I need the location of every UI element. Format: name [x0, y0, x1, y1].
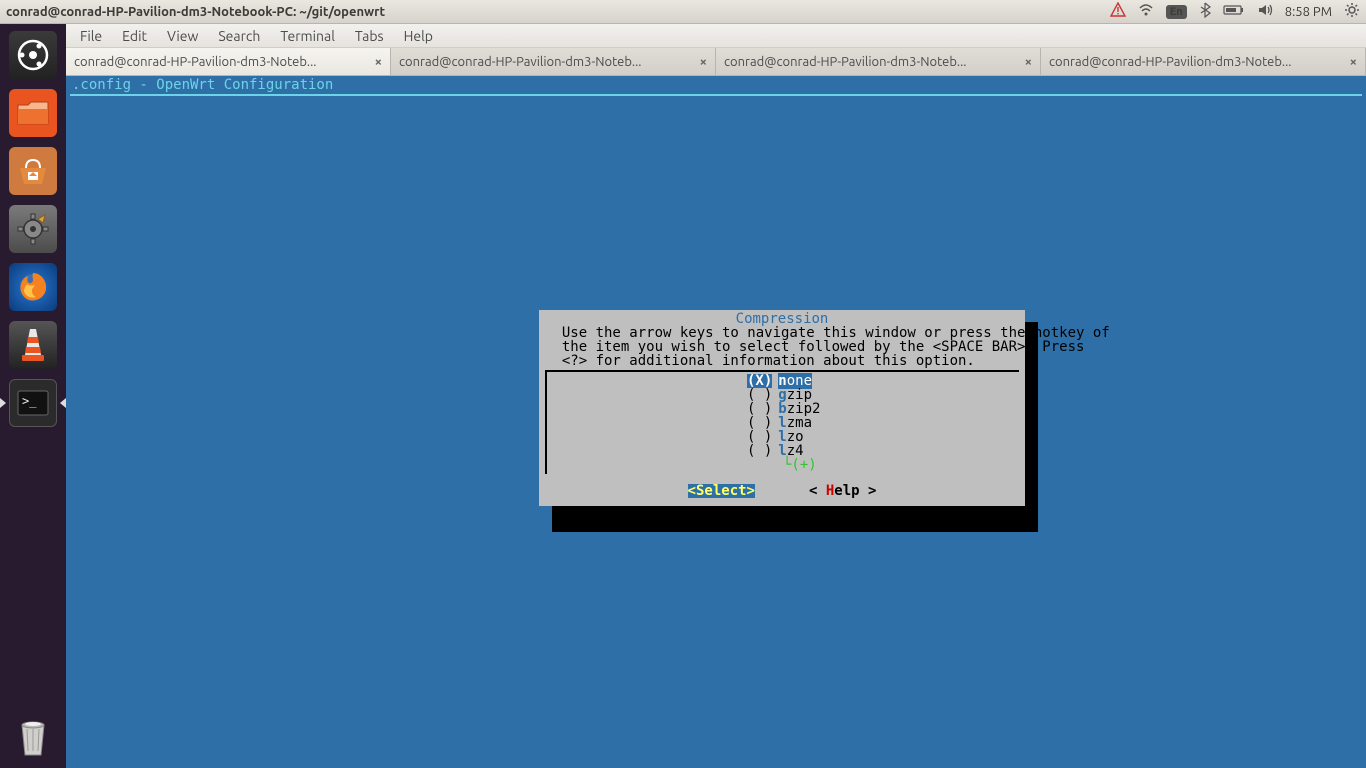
help-button[interactable]: < Help > [809, 484, 876, 498]
gear-icon[interactable] [1344, 2, 1360, 21]
launcher-software[interactable] [6, 144, 60, 198]
wifi-icon[interactable] [1138, 2, 1154, 21]
clock[interactable]: 8:58 PM [1285, 5, 1332, 19]
tab-label: conrad@conrad-HP-Pavilion-dm3-Noteb... [74, 55, 369, 69]
tab-bar: conrad@conrad-HP-Pavilion-dm3-Noteb... ×… [66, 48, 1366, 76]
terminal-window: File Edit View Search Terminal Tabs Help… [66, 24, 1366, 768]
menu-file[interactable]: File [72, 26, 110, 46]
launcher-dash[interactable] [6, 28, 60, 82]
option-lzo[interactable]: ( ) lzo [547, 430, 1019, 444]
terminal-tab[interactable]: conrad@conrad-HP-Pavilion-dm3-Noteb... × [1041, 48, 1366, 75]
close-icon[interactable]: × [1350, 55, 1357, 69]
close-icon[interactable]: × [700, 55, 707, 69]
unity-launcher: >_ [0, 24, 66, 768]
launcher-terminal[interactable]: >_ [6, 376, 60, 430]
tab-label: conrad@conrad-HP-Pavilion-dm3-Noteb... [399, 55, 694, 69]
launcher-settings[interactable] [6, 202, 60, 256]
dialog-buttons: <Select> < Help > [545, 474, 1019, 502]
svg-text:>_: >_ [22, 394, 37, 408]
window-title: conrad@conrad-HP-Pavilion-dm3-Notebook-P… [6, 5, 385, 19]
options-list: (X) none ( ) gzip ( ) bzip2 ( ) lzma [545, 370, 1019, 474]
more-indicator: └(+) [547, 458, 1019, 472]
menu-terminal[interactable]: Terminal [272, 26, 343, 46]
menuconfig-title: .config - OpenWrt Configuration [70, 78, 1362, 92]
menu-tabs[interactable]: Tabs [347, 26, 392, 46]
option-lzma[interactable]: ( ) lzma [547, 416, 1019, 430]
dialog-help-text: Use the arrow keys to navigate this wind… [545, 326, 1019, 368]
menu-help[interactable]: Help [396, 26, 441, 46]
menuconfig-dialog: Compression Use the arrow keys to naviga… [539, 310, 1025, 506]
launcher-firefox[interactable] [6, 260, 60, 314]
menu-edit[interactable]: Edit [114, 26, 155, 46]
divider [70, 94, 1362, 96]
menu-view[interactable]: View [159, 26, 206, 46]
launcher-vlc[interactable] [6, 318, 60, 372]
system-tray: En 8:58 PM [1110, 2, 1360, 21]
terminal-tab[interactable]: conrad@conrad-HP-Pavilion-dm3-Noteb... × [66, 48, 391, 75]
option-gzip[interactable]: ( ) gzip [547, 388, 1019, 402]
option-none[interactable]: (X) none [547, 374, 1019, 388]
terminal-viewport[interactable]: .config - OpenWrt Configuration Compress… [66, 76, 1366, 768]
terminal-tab[interactable]: conrad@conrad-HP-Pavilion-dm3-Noteb... × [391, 48, 716, 75]
tab-label: conrad@conrad-HP-Pavilion-dm3-Noteb... [1049, 55, 1344, 69]
warning-icon[interactable] [1110, 2, 1126, 21]
option-lz4[interactable]: ( ) lz4 [547, 444, 1019, 458]
volume-icon[interactable] [1257, 2, 1273, 21]
system-top-bar: conrad@conrad-HP-Pavilion-dm3-Notebook-P… [0, 0, 1366, 24]
input-method-indicator[interactable]: En [1166, 5, 1187, 19]
bluetooth-icon[interactable] [1199, 2, 1211, 21]
tab-label: conrad@conrad-HP-Pavilion-dm3-Noteb... [724, 55, 1019, 69]
menubar: File Edit View Search Terminal Tabs Help [66, 24, 1366, 48]
battery-icon[interactable] [1223, 4, 1245, 19]
close-icon[interactable]: × [1025, 55, 1032, 69]
close-icon[interactable]: × [375, 55, 382, 69]
terminal-tab[interactable]: conrad@conrad-HP-Pavilion-dm3-Noteb... × [716, 48, 1041, 75]
menu-search[interactable]: Search [210, 26, 268, 46]
launcher-trash[interactable] [6, 710, 60, 764]
launcher-files[interactable] [6, 86, 60, 140]
option-bzip2[interactable]: ( ) bzip2 [547, 402, 1019, 416]
select-button[interactable]: <Select> [688, 484, 755, 498]
dialog-title: Compression [545, 312, 1019, 326]
